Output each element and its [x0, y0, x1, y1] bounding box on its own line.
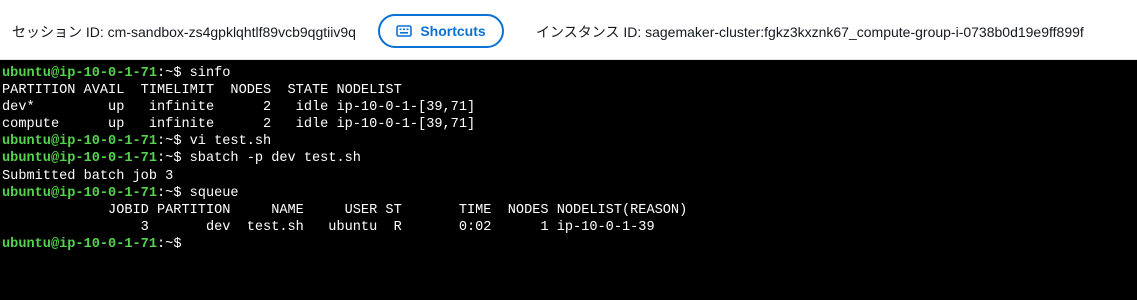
command-text: squeue [189, 185, 239, 201]
terminal-output-line: JOBID PARTITION NAME USER ST TIME NODES … [2, 202, 688, 218]
shortcuts-button[interactable]: Shortcuts [378, 14, 504, 48]
prompt-user-host: ubuntu@ip-10-0-1-71 [2, 151, 157, 167]
instance-id-label: インスタンス ID: sagemaker-cluster:fgkz3kxznk6… [536, 24, 1084, 40]
command-text: sinfo [189, 66, 231, 81]
terminal-output-line: dev* up infinite 2 idle ip-10-0-1-[39,71… [2, 100, 476, 116]
keyboard-icon [396, 25, 413, 37]
prompt-user-host: ubuntu@ip-10-0-1-71 [2, 66, 157, 81]
terminal-output-line: compute up infinite 2 idle ip-10-0-1-[39… [2, 117, 476, 133]
prompt-user-host: ubuntu@ip-10-0-1-71 [2, 236, 157, 252]
prompt-suffix: :~$ [157, 134, 190, 150]
prompt-user-host: ubuntu@ip-10-0-1-71 [2, 185, 157, 201]
prompt-suffix: :~$ [157, 151, 190, 167]
terminal-output-line: Submitted batch job 3 [2, 168, 174, 184]
session-header: セッション ID: cm-sandbox-zs4gpklqhtlf89vcb9q… [0, 0, 1137, 60]
prompt-user-host: ubuntu@ip-10-0-1-71 [2, 134, 157, 150]
shortcuts-label: Shortcuts [420, 23, 486, 39]
terminal-output-line: PARTITION AVAIL TIMELIMIT NODES STATE NO… [2, 83, 402, 99]
prompt-suffix: :~$ [157, 66, 190, 81]
command-text: vi test.sh [189, 134, 272, 150]
terminal-prompt-line: ubuntu@ip-10-0-1-71:~$ sinfo [2, 65, 1137, 82]
terminal-output-line: 3 dev test.sh ubuntu R 0:02 1 ip-10-0-1-… [2, 219, 655, 235]
prompt-suffix: :~$ [157, 185, 190, 201]
terminal-prompt-line: ubuntu@ip-10-0-1-71:~$ [2, 236, 1137, 253]
prompt-suffix: :~$ [157, 236, 190, 252]
terminal-prompt-line: ubuntu@ip-10-0-1-71:~$ vi test.sh [2, 133, 1137, 150]
terminal-prompt-line: ubuntu@ip-10-0-1-71:~$ sbatch -p dev tes… [2, 150, 1137, 167]
command-text: sbatch -p dev test.sh [189, 151, 361, 167]
session-id-label: セッション ID: cm-sandbox-zs4gpklqhtlf89vcb9q… [12, 24, 356, 40]
terminal-output[interactable]: ubuntu@ip-10-0-1-71:~$ sinfo PARTITION AV… [0, 60, 1137, 300]
terminal-prompt-line: ubuntu@ip-10-0-1-71:~$ squeue [2, 185, 1137, 202]
